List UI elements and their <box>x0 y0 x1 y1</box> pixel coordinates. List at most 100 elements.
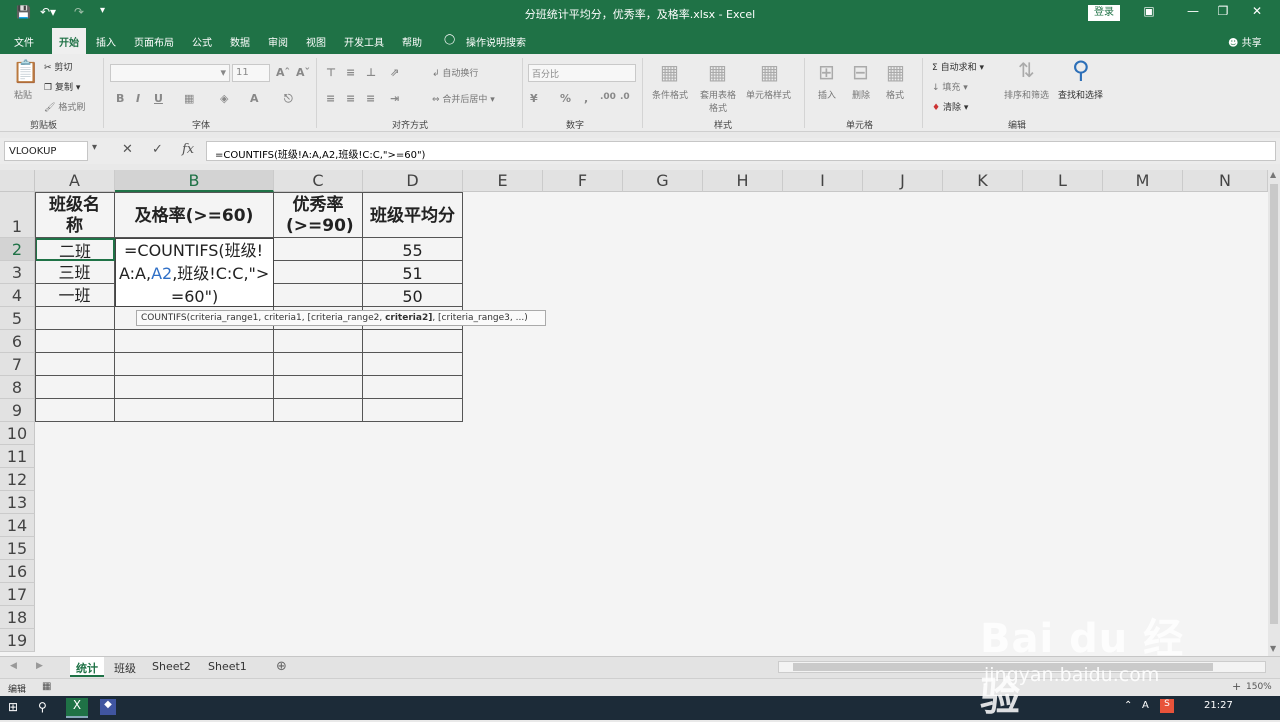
share-button[interactable]: ☻ 共享 <box>1228 34 1262 49</box>
phonetic-icon[interactable]: ⎋ <box>284 92 293 106</box>
percent-icon[interactable]: % <box>560 92 571 105</box>
table-cell[interactable] <box>274 353 363 376</box>
table-cell[interactable] <box>274 330 363 353</box>
delete-cells-button[interactable]: 删除 <box>852 88 870 101</box>
table-cell[interactable] <box>35 376 115 399</box>
table-cell[interactable] <box>35 353 115 376</box>
cell-c2[interactable] <box>274 238 363 261</box>
row-header-16[interactable]: 16 <box>0 560 35 583</box>
fill-button[interactable]: ↓ 填充 ▾ <box>932 80 968 93</box>
ribbon-display-icon[interactable]: ▣ <box>1136 4 1162 18</box>
table-cell[interactable] <box>115 376 274 399</box>
cell-a2[interactable]: 二班 <box>35 238 115 261</box>
italic-button[interactable]: I <box>136 92 140 105</box>
row-header-9[interactable]: 9 <box>0 399 35 422</box>
column-header-a[interactable]: A <box>35 170 115 192</box>
underline-button[interactable]: U <box>154 92 163 105</box>
spreadsheet-grid[interactable]: A B C D E F G H I J K L M N 1 2 3 4 5 6 … <box>0 170 1268 656</box>
tab-help[interactable]: 帮助 <box>402 34 422 49</box>
orientation-icon[interactable]: ⇗ <box>390 66 399 79</box>
row-header-7[interactable]: 7 <box>0 353 35 376</box>
row-header-1[interactable]: 1 <box>0 192 35 238</box>
comma-icon[interactable]: , <box>584 92 588 105</box>
vertical-scrollbar[interactable]: ▲ ▼ <box>1268 170 1280 656</box>
tray-chevron-icon[interactable]: ⌃ <box>1124 700 1132 711</box>
fill-color-icon[interactable]: ◈ <box>220 92 228 105</box>
font-size-select[interactable]: 11 <box>232 64 270 82</box>
column-header-m[interactable]: M <box>1103 170 1183 192</box>
column-header-j[interactable]: J <box>863 170 943 192</box>
tab-scroll-right-icon[interactable]: ▶ <box>36 661 43 671</box>
cell-d3[interactable]: 51 <box>363 261 463 284</box>
app-icon[interactable]: ◆ <box>100 699 116 715</box>
clear-button[interactable]: ♦ 清除 ▾ <box>932 100 968 113</box>
merge-center-button[interactable]: ⇔ 合并后居中 ▾ <box>432 92 495 105</box>
row-header-19[interactable]: 19 <box>0 629 35 652</box>
row-header-8[interactable]: 8 <box>0 376 35 399</box>
tell-me-search[interactable]: 操作说明搜索 <box>466 34 526 49</box>
row-header-18[interactable]: 18 <box>0 606 35 629</box>
close-icon[interactable]: ✕ <box>1244 4 1270 18</box>
insert-cells-button[interactable]: 插入 <box>818 88 836 101</box>
table-cell[interactable] <box>363 399 463 422</box>
ime-indicator[interactable]: A <box>1142 700 1149 711</box>
add-sheet-icon[interactable]: ⊕ <box>276 659 287 674</box>
row-header-13[interactable]: 13 <box>0 491 35 514</box>
table-cell[interactable] <box>274 399 363 422</box>
table-cell[interactable] <box>35 330 115 353</box>
column-header-d[interactable]: D <box>363 170 463 192</box>
table-cell[interactable] <box>274 376 363 399</box>
sheet-tab-statistics[interactable]: 统计 <box>70 657 104 677</box>
align-top-icon[interactable]: ⊤ <box>326 66 336 79</box>
column-header-c[interactable]: C <box>274 170 363 192</box>
row-header-4[interactable]: 4 <box>0 284 35 307</box>
tab-scroll-left-icon[interactable]: ◀ <box>10 661 17 671</box>
increase-decimal-icon[interactable]: .00 <box>600 92 616 102</box>
header-cell-excellent-rate[interactable]: 优秀率(>=90) <box>274 192 363 238</box>
row-header-5[interactable]: 5 <box>0 307 35 330</box>
name-box[interactable]: VLOOKUP <box>4 141 88 161</box>
tab-review[interactable]: 审阅 <box>268 34 288 49</box>
tab-developer[interactable]: 开发工具 <box>344 34 384 49</box>
row-header-11[interactable]: 11 <box>0 445 35 468</box>
tab-home[interactable]: 开始 <box>52 28 86 54</box>
zoom-level[interactable]: 150% <box>1246 682 1272 692</box>
copy-button[interactable]: ❐ 复制 ▾ <box>44 80 80 93</box>
cell-c4[interactable] <box>274 284 363 307</box>
column-header-b[interactable]: B <box>115 170 274 192</box>
bold-button[interactable]: B <box>116 92 124 105</box>
row-header-2[interactable]: 2 <box>0 238 35 261</box>
borders-icon[interactable]: ▦ <box>184 92 194 105</box>
horizontal-scroll-thumb[interactable] <box>793 663 1213 671</box>
increase-font-icon[interactable]: Aˆ <box>276 66 290 79</box>
table-cell[interactable] <box>115 353 274 376</box>
table-cell[interactable] <box>363 330 463 353</box>
tab-page-layout[interactable]: 页面布局 <box>134 34 174 49</box>
wrap-text-button[interactable]: ↲ 自动换行 <box>432 66 478 79</box>
align-right-icon[interactable]: ≡ <box>366 92 375 105</box>
row-header-10[interactable]: 10 <box>0 422 35 445</box>
format-painter-button[interactable]: 🖌 格式刷 <box>44 100 85 113</box>
vertical-scroll-thumb[interactable] <box>1270 184 1278 624</box>
column-header-f[interactable]: F <box>543 170 623 192</box>
decrease-decimal-icon[interactable]: .0 <box>620 92 630 102</box>
column-header-g[interactable]: G <box>623 170 703 192</box>
currency-icon[interactable]: ¥ <box>530 92 538 105</box>
find-select-button[interactable]: 查找和选择 <box>1058 88 1103 101</box>
table-cell[interactable] <box>115 399 274 422</box>
cell-d2[interactable]: 55 <box>363 238 463 261</box>
login-button[interactable]: 登录 <box>1088 5 1120 21</box>
cell-editor-b2[interactable]: =COUNTIFS(班级! A:A,A2,班级!C:C,"> =60") <box>115 238 274 307</box>
horizontal-scrollbar[interactable] <box>778 661 1266 673</box>
font-name-select[interactable]: ▾ <box>110 64 230 82</box>
column-header-l[interactable]: L <box>1023 170 1103 192</box>
column-header-e[interactable]: E <box>463 170 543 192</box>
font-color-icon[interactable]: A <box>250 92 259 105</box>
format-as-table-button[interactable]: 套用表格格式 <box>696 88 740 114</box>
table-cell[interactable] <box>35 399 115 422</box>
column-header-k[interactable]: K <box>943 170 1023 192</box>
align-center-icon[interactable]: ≡ <box>346 92 355 105</box>
cut-button[interactable]: ✂ 剪切 <box>44 60 72 73</box>
decrease-font-icon[interactable]: Aˇ <box>296 66 310 79</box>
row-header-3[interactable]: 3 <box>0 261 35 284</box>
